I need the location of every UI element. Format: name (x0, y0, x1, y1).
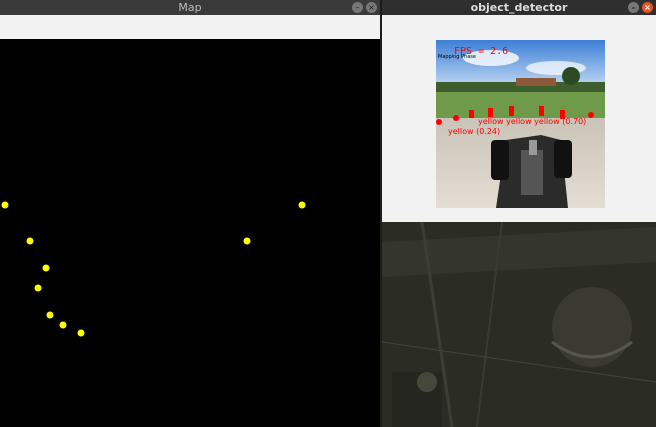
close-icon[interactable]: × (366, 2, 377, 13)
cone-marker (1, 201, 9, 209)
cone-marker (77, 329, 85, 337)
detection-label: yellow yellow yellow (0.70) (478, 117, 586, 126)
cone-marker (243, 237, 251, 245)
detector-titlebar[interactable]: object_detector – × (382, 0, 656, 15)
detector-title: object_detector (470, 1, 568, 14)
map-titlebar[interactable]: Map – × (0, 0, 380, 15)
object-detector-window: object_detector – × FPS = 2.6 Mapping Ph… (382, 0, 656, 222)
detection-label: yellow (0.24) (448, 127, 500, 136)
cone-marker (46, 311, 54, 319)
minimize-icon[interactable]: – (352, 2, 363, 13)
cone-marker (34, 284, 42, 292)
cone-marker (26, 237, 34, 245)
close-icon[interactable]: × (642, 2, 653, 13)
cone-marker (59, 321, 67, 329)
map-title: Map (178, 1, 202, 14)
watermark-text: Mapping Phase (438, 54, 476, 60)
desktop-background (382, 222, 656, 427)
map-toolbar-strip (0, 15, 380, 39)
cone-marker (298, 201, 306, 209)
cone-marker (42, 264, 50, 272)
map-canvas (1, 201, 306, 337)
map-window: Map – × (0, 0, 380, 427)
camera-frame: FPS = 2.6 Mapping Phase yellow yellow ye… (436, 40, 605, 208)
minimize-icon[interactable]: – (628, 2, 639, 13)
